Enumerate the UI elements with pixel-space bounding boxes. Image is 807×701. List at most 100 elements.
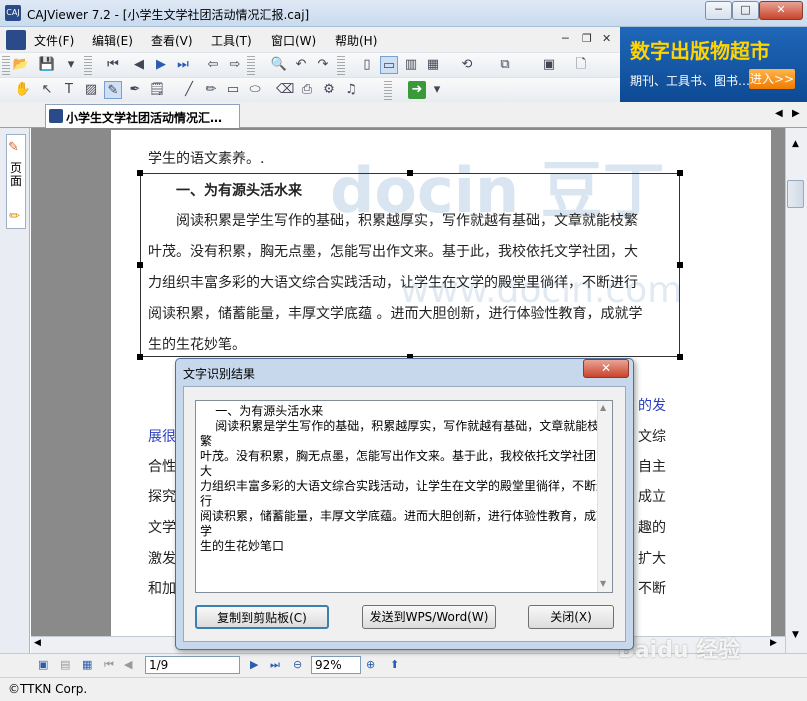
send-to-word-button[interactable]: 发送到WPS/Word(W) — [362, 605, 496, 629]
prev-page-icon[interactable]: ◀ — [124, 658, 132, 671]
print-icon[interactable]: ⎙ — [298, 81, 316, 99]
single-page-icon[interactable]: ▯ — [358, 56, 376, 74]
scroll-up-icon[interactable]: ▲ — [787, 136, 804, 153]
toolbar-grip[interactable] — [384, 81, 392, 100]
next-page-icon[interactable]: ▶ — [250, 658, 258, 671]
up-arrow-icon[interactable]: ⬆ — [390, 658, 399, 671]
tab-scroll-right-icon[interactable]: ▶ — [792, 108, 800, 119]
hand-tool-icon[interactable]: ✋ — [14, 81, 32, 99]
menu-edit[interactable]: 编辑(E) — [92, 32, 133, 49]
menu-help[interactable]: 帮助(H) — [335, 32, 377, 49]
eraser-icon[interactable]: ⌫ — [276, 81, 294, 99]
mdi-restore-button[interactable]: ❐ — [582, 32, 592, 45]
close-window-button[interactable]: ✕ — [759, 1, 803, 20]
menu-file[interactable]: 文件(F) — [34, 32, 74, 49]
close-button[interactable]: 关闭(X) — [528, 605, 614, 629]
doc-heading: 一、为有源头活水来 — [176, 183, 302, 199]
tab-scroll-left-icon[interactable]: ◀ — [775, 108, 783, 119]
toolbar-grip[interactable] — [2, 56, 10, 75]
layout-icon[interactable]: ⧉ — [496, 56, 514, 74]
image-select-icon[interactable]: ▨ — [82, 81, 100, 99]
first-page-icon[interactable]: ⏮ — [104, 658, 114, 672]
document-menu-icon[interactable] — [6, 30, 26, 50]
ellipse-icon[interactable]: ⬭ — [246, 81, 264, 99]
tab-document[interactable]: 小学生文学社团活动情况汇… — [45, 104, 240, 128]
two-page-view-icon[interactable]: ▤ — [60, 658, 70, 671]
facing-pages-icon[interactable]: ▥ — [402, 56, 420, 74]
find-icon[interactable]: 🔍 — [270, 56, 288, 74]
selection-handle[interactable] — [677, 354, 683, 360]
doc-line: 叶茂。没有积累，胸无点墨，怎能写出作文来。基于此，我校依托文学社团，大 — [148, 244, 638, 260]
next-page-icon[interactable]: ▶ — [152, 56, 170, 74]
goto-icon[interactable]: ➜ — [408, 81, 426, 99]
last-page-icon[interactable]: ⏭ — [270, 658, 280, 672]
copy-to-clipboard-button[interactable]: 复制到剪贴板(C) — [195, 605, 329, 629]
zoom-in-icon[interactable]: ⊕ — [366, 658, 375, 671]
scroll-down-icon[interactable]: ▼ — [787, 627, 804, 644]
ad-enter-button[interactable]: 进入>> — [749, 69, 795, 89]
page-number-field[interactable]: 1/9 — [145, 656, 240, 674]
settings-icon[interactable]: ⚙ — [320, 81, 338, 99]
open-file-icon[interactable]: 📂 — [12, 56, 30, 74]
scroll-thumb[interactable] — [787, 180, 804, 208]
page-icon[interactable]: 🗋 — [572, 56, 590, 74]
scroll-right-icon[interactable]: ▶ — [770, 638, 777, 648]
maximize-button[interactable]: □ — [732, 1, 759, 20]
menu-view[interactable]: 查看(V) — [151, 32, 193, 49]
toolbar-grip[interactable] — [84, 56, 92, 75]
mdi-minimize-button[interactable]: ─ — [562, 32, 569, 45]
scroll-left-icon[interactable]: ◀ — [34, 638, 41, 648]
selection-handle[interactable] — [137, 170, 143, 176]
pencil-icon[interactable]: ✏ — [202, 81, 220, 99]
rectangle-icon[interactable]: ▭ — [224, 81, 242, 99]
ocr-selection-box[interactable] — [140, 173, 680, 357]
undo-icon[interactable]: ↶ — [292, 56, 310, 74]
mdi-close-button[interactable]: ✕ — [602, 32, 611, 45]
zoom-field[interactable]: 92% — [311, 656, 361, 674]
selection-handle[interactable] — [137, 354, 143, 360]
line-tool-icon[interactable]: ╱ — [180, 81, 198, 99]
scroll-up-icon[interactable]: ▲ — [600, 403, 606, 412]
baidu-watermark: Baidu 经验 — [618, 638, 741, 663]
selection-handle[interactable] — [137, 262, 143, 268]
highlight-icon[interactable]: ✒ — [126, 81, 144, 99]
ocr-tool-icon[interactable]: ✎ — [104, 81, 122, 99]
continuous-facing-icon[interactable]: ▦ — [424, 56, 442, 74]
selection-handle[interactable] — [677, 262, 683, 268]
selection-handle[interactable] — [407, 170, 413, 176]
dialog-title: 文字识别结果 — [183, 367, 256, 381]
dropdown-icon[interactable]: ▾ — [428, 81, 446, 99]
scroll-down-icon[interactable]: ▼ — [600, 579, 606, 588]
rotate-icon[interactable]: ⟲ — [458, 56, 476, 74]
recognized-text-area[interactable]: 一、为有源头活水来 阅读积累是学生写作的基础，积累越厚实，写作就越有基础，文章就… — [195, 400, 613, 593]
dropdown-icon[interactable]: ▾ — [62, 56, 80, 74]
annotation-icon[interactable]: ✎ — [8, 140, 19, 155]
text-select-icon[interactable]: T — [60, 81, 78, 99]
minimize-button[interactable]: ─ — [705, 1, 732, 20]
zoom-out-icon[interactable]: ⊖ — [293, 658, 302, 671]
ad-banner[interactable]: 数字出版物超市 期刊、工具书、图书… 进入>> — [620, 27, 807, 102]
text-area-scrollbar[interactable] — [597, 401, 612, 592]
single-page-view-icon[interactable]: ▣ — [38, 658, 48, 671]
prev-page-icon[interactable]: ◀ — [130, 56, 148, 74]
fullscreen-icon[interactable]: ▣ — [540, 56, 558, 74]
redo-icon[interactable]: ↷ — [314, 56, 332, 74]
menu-window[interactable]: 窗口(W) — [271, 32, 316, 49]
save-icon[interactable]: 💾 — [38, 56, 56, 74]
toolbar-grip[interactable] — [247, 56, 255, 75]
continuous-page-icon[interactable]: ▭ — [380, 56, 398, 74]
first-page-icon[interactable]: ⏮ — [104, 56, 122, 74]
forward-icon[interactable]: ⇨ — [226, 56, 244, 74]
thumbnail-view-icon[interactable]: ▦ — [82, 658, 92, 671]
select-arrow-icon[interactable]: ↖ — [38, 81, 56, 99]
music-icon[interactable]: ♫ — [342, 81, 360, 99]
menu-tools[interactable]: 工具(T) — [211, 32, 252, 49]
ad-title: 数字出版物超市 — [630, 39, 770, 63]
note-icon[interactable]: 🗒 — [148, 81, 166, 99]
toolbar-grip[interactable] — [337, 56, 345, 75]
last-page-icon[interactable]: ⏭ — [174, 56, 192, 74]
back-icon[interactable]: ⇦ — [204, 56, 222, 74]
pencil-icon[interactable]: ✏ — [9, 209, 20, 224]
selection-handle[interactable] — [677, 170, 683, 176]
dialog-close-button[interactable]: ✕ — [583, 359, 629, 378]
